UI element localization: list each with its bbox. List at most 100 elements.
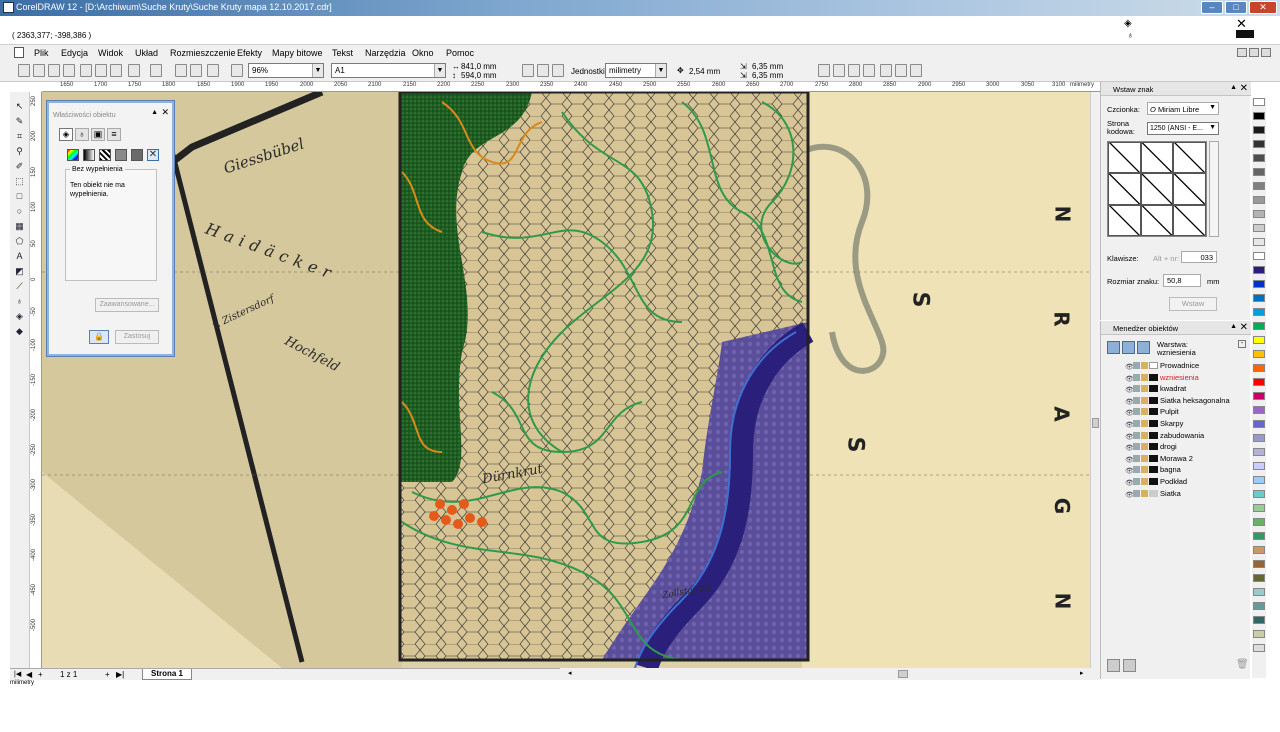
glyph-cell[interactable]: [1173, 173, 1206, 205]
close-icon[interactable]: ✕: [1240, 322, 1248, 333]
rectangle-tool-icon[interactable]: □: [13, 190, 26, 202]
apply-button[interactable]: Zastosuj: [115, 330, 159, 344]
no-fill-icon[interactable]: ✕: [147, 149, 159, 161]
pencil-icon[interactable]: [1141, 478, 1148, 485]
printer-icon[interactable]: [1133, 396, 1140, 404]
palette-swatch[interactable]: [1253, 560, 1265, 568]
palette-swatch[interactable]: [1253, 434, 1265, 442]
eye-icon[interactable]: 👁: [1125, 444, 1134, 452]
printer-icon[interactable]: [1133, 420, 1140, 427]
collapse-icon[interactable]: ▲: [1230, 84, 1237, 91]
edit-across-layers-icon[interactable]: [1122, 341, 1135, 354]
paste-icon[interactable]: [110, 64, 122, 77]
layer-item[interactable]: 👁 Prowadnice: [1125, 361, 1199, 372]
cut-icon[interactable]: [80, 64, 92, 77]
first-page-icon[interactable]: |◀: [14, 670, 21, 678]
vertical-scrollbar[interactable]: [1090, 92, 1100, 668]
glyph-cell[interactable]: [1173, 204, 1206, 236]
layer-item[interactable]: 👁 Siatka heksagonalna: [1125, 396, 1230, 407]
menu-uklad[interactable]: Układ: [135, 48, 158, 58]
palette-swatch[interactable]: [1253, 448, 1265, 456]
units-select[interactable]: milimetry ▼: [605, 63, 667, 78]
palette-swatch[interactable]: [1253, 630, 1265, 638]
glyph-cell[interactable]: [1140, 173, 1174, 205]
draw-options-icon[interactable]: [895, 64, 907, 77]
nudge-distance[interactable]: 2,54 mm: [689, 67, 720, 76]
palette-swatch[interactable]: [1253, 140, 1265, 148]
undo-icon[interactable]: [128, 64, 140, 77]
smart-fill-icon[interactable]: ⬚: [13, 175, 26, 187]
layer-item[interactable]: 👁 bagna: [1125, 465, 1181, 476]
scroll-right-icon[interactable]: ▸: [1080, 669, 1084, 677]
palette-swatch[interactable]: [1253, 252, 1265, 260]
palette-swatch[interactable]: [1253, 420, 1265, 428]
printer-icon[interactable]: [1133, 466, 1140, 474]
new-master-layer-icon[interactable]: [1123, 659, 1136, 672]
palette-swatch[interactable]: [1253, 378, 1265, 386]
copy-icon[interactable]: [95, 64, 107, 77]
texture-fill-icon[interactable]: [115, 149, 127, 161]
eye-icon[interactable]: 👁: [1125, 433, 1134, 441]
show-properties-icon[interactable]: [1107, 341, 1120, 354]
printer-icon[interactable]: [1133, 489, 1140, 497]
menu-okno[interactable]: Okno: [412, 48, 434, 58]
duplicate-x[interactable]: 6,35 mm: [752, 62, 783, 71]
palette-swatch[interactable]: [1253, 182, 1265, 190]
layer-item[interactable]: 👁 drogi: [1125, 442, 1177, 453]
codepage-select[interactable]: 1250 (ANSI - E... ▼: [1147, 122, 1219, 135]
pencil-icon[interactable]: [1141, 362, 1148, 369]
new-icon[interactable]: [18, 64, 30, 77]
pencil-icon[interactable]: [1141, 431, 1148, 439]
redo-icon[interactable]: [150, 64, 162, 77]
pencil-icon[interactable]: [1141, 443, 1148, 451]
eye-icon[interactable]: 👁: [1125, 409, 1134, 417]
scroll-thumb[interactable]: [1092, 418, 1099, 428]
maximize-button[interactable]: □: [1225, 1, 1247, 14]
crop-tool-icon[interactable]: ⌗: [13, 130, 26, 142]
interactive-tool-icon[interactable]: ◩: [13, 265, 26, 277]
palette-swatch[interactable]: [1253, 98, 1265, 106]
duplicate-y[interactable]: 6,35 mm: [752, 71, 783, 80]
font-select[interactable]: O Miriam Libre ▼: [1147, 102, 1219, 115]
advanced-button[interactable]: Zaawansowane...: [95, 298, 159, 312]
pencil-icon[interactable]: [1141, 489, 1148, 497]
palette-swatch[interactable]: [1253, 588, 1265, 596]
export-icon[interactable]: [190, 64, 202, 77]
print-icon[interactable]: [63, 64, 75, 77]
menu-narzedzia[interactable]: Narzędzia: [365, 48, 406, 58]
collapse-icon[interactable]: ▲: [151, 109, 158, 116]
interactive-fill-icon[interactable]: ◆: [13, 325, 26, 337]
printer-icon[interactable]: [1133, 408, 1140, 416]
palette-swatch[interactable]: [1253, 364, 1265, 372]
printer-icon[interactable]: [1133, 362, 1140, 369]
freehand-tool-icon[interactable]: ✐: [13, 160, 26, 172]
palette-swatch[interactable]: [1253, 224, 1265, 232]
dynamic-guides-icon[interactable]: [863, 64, 875, 77]
pattern-fill-icon[interactable]: [99, 149, 111, 161]
palette-swatch[interactable]: [1253, 476, 1265, 484]
object-properties-dialog[interactable]: Właściwości obiektu ▲ ✕ ◈ ♁ ▣ ≡ ✕ Bez wy…: [47, 101, 174, 356]
menu-pomoc[interactable]: Pomoc: [446, 48, 474, 58]
pencil-icon[interactable]: [1141, 466, 1148, 474]
layer-item[interactable]: 👁 Skarpy: [1125, 419, 1183, 430]
shape-tool-icon[interactable]: ✎: [13, 115, 26, 127]
snap-guides-icon[interactable]: [833, 64, 845, 77]
fill-tool-icon[interactable]: ◈: [13, 310, 26, 322]
palette-swatch[interactable]: [1253, 196, 1265, 204]
menu-plik[interactable]: Plik: [34, 48, 49, 58]
trash-icon[interactable]: 🗑: [1236, 659, 1249, 670]
palette-swatch[interactable]: [1253, 406, 1265, 414]
eye-icon[interactable]: 👁: [1125, 467, 1134, 475]
palette-swatch[interactable]: [1253, 266, 1265, 274]
text-tool-icon[interactable]: A: [13, 250, 26, 262]
glyph-cell[interactable]: [1108, 173, 1141, 205]
eyedropper-icon[interactable]: ⟋: [13, 280, 26, 292]
pencil-icon[interactable]: [1141, 420, 1148, 427]
outline-tool-icon[interactable]: ♁: [13, 295, 26, 307]
next-page-icon[interactable]: ▶|: [116, 670, 124, 679]
eye-icon[interactable]: 👁: [1125, 421, 1134, 429]
palette-swatch[interactable]: [1253, 350, 1265, 358]
palette-swatch[interactable]: [1253, 644, 1265, 652]
palette-swatch[interactable]: [1253, 112, 1265, 120]
palette-swatch[interactable]: [1253, 602, 1265, 610]
